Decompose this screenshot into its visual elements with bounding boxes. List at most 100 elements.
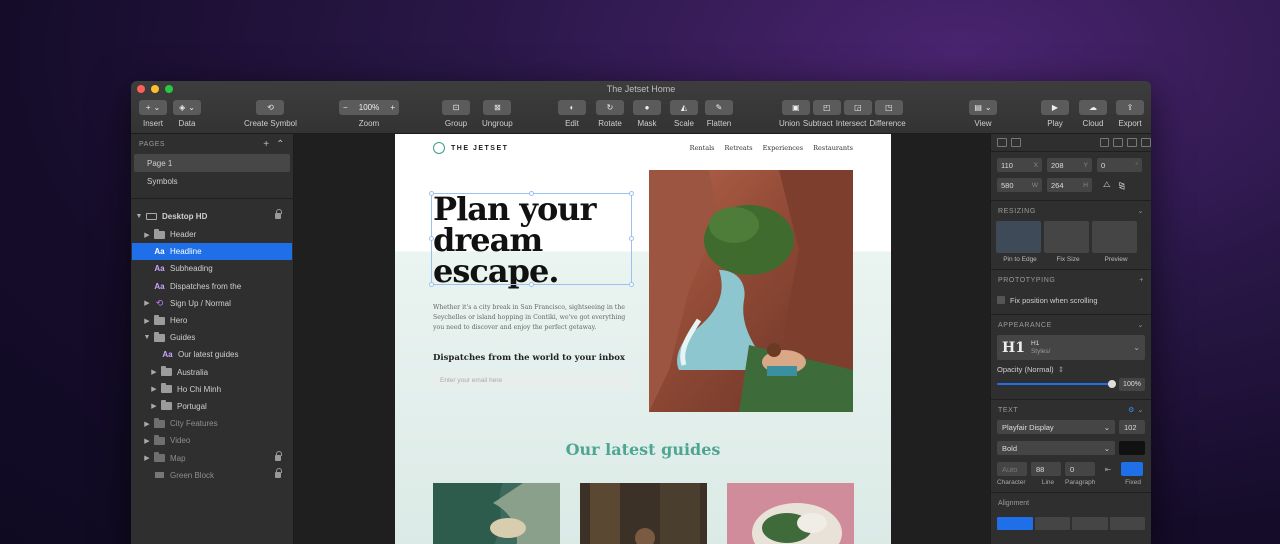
disclosure-down-icon[interactable]: ▼ [135,213,143,220]
union-button[interactable]: ▣ [781,100,810,115]
line-height-field[interactable]: 88 [1031,462,1061,476]
resize-handle[interactable] [429,191,434,196]
data-tool[interactable]: ◈ ⌄ Data [173,100,201,128]
flatten-button[interactable]: ✎ [705,100,733,115]
resize-handle[interactable] [429,282,434,287]
distribute-icon[interactable] [1141,138,1151,147]
resize-handle[interactable] [629,282,634,287]
hero-image[interactable] [649,170,853,412]
subtract-button[interactable]: ◰ [812,100,841,115]
disclosure-right-icon[interactable]: ▶ [143,231,151,239]
cloud-button[interactable]: ☁ [1079,100,1107,115]
disclosure-right-icon[interactable]: ▶ [150,385,158,393]
layer-guides[interactable]: ▼ Guides [131,329,293,346]
insert-tool[interactable]: + ⌄ Insert [139,100,167,128]
rotate-tool[interactable]: ↻ Rotate [596,100,624,128]
paragraph-spacing-field[interactable]: 0 [1065,462,1095,476]
cloud-tool[interactable]: ☁ Cloud [1079,100,1107,128]
disclosure-right-icon[interactable]: ▶ [150,402,158,410]
zoom-in-button[interactable]: + [390,103,395,112]
selection-box[interactable] [429,191,634,287]
create-symbol-button[interactable]: ⟲ [256,100,285,115]
scale-tool[interactable]: ◭ Scale [670,100,698,128]
group-button[interactable]: ⊡ [442,100,470,115]
email-field[interactable]: Enter your email here [433,371,633,390]
play-button[interactable]: ▶ [1041,100,1069,115]
fix-size-control[interactable] [1044,221,1089,253]
opacity-value-field[interactable]: 100% [1119,377,1145,391]
stepper-icon[interactable]: ⇕ [1058,365,1064,374]
layer-ho-chi-minh[interactable]: ▶ Ho Chi Minh [131,381,293,398]
edit-button[interactable]: ◐ [558,100,586,115]
chevron-down-icon[interactable]: ⌄ [1138,321,1144,329]
insert-button[interactable]: + ⌄ [139,100,167,115]
rotate-button[interactable]: ↻ [596,100,624,115]
fixed-width-icon[interactable] [1121,462,1143,476]
flip-horizontal-icon[interactable]: ⧍ [1103,180,1110,190]
text-align-center-button[interactable] [1034,517,1070,530]
align-middle-icon[interactable] [1113,138,1124,147]
mask-tool[interactable]: ● Mask [633,100,661,128]
text-align-right-button[interactable] [1072,517,1108,530]
export-tool[interactable]: ⇪ Export [1116,100,1144,128]
lock-icon[interactable] [275,209,282,219]
guides-heading[interactable]: Our latest guides [395,440,891,459]
page-item-page-1[interactable]: Page 1 [134,154,290,172]
layer-green-block[interactable]: Green Block [131,467,293,484]
text-style-picker[interactable]: H1 H1 Styles/ ⌄ [997,335,1145,360]
width-field[interactable]: 580 W [997,178,1042,192]
disclosure-right-icon[interactable]: ▶ [150,368,158,376]
character-spacing-field[interactable]: Auto [997,462,1027,476]
site-dispatch-heading[interactable]: Dispatches from the world to your inbox [433,353,625,363]
mask-button[interactable]: ● [633,100,661,115]
disclosure-right-icon[interactable]: ▶ [143,420,151,428]
layer-portugal[interactable]: ▶ Portugal [131,398,293,415]
layer-headline[interactable]: Aa Headline [132,243,292,261]
zoom-tool[interactable]: − 100% + Zoom [339,100,399,128]
nav-restaurants[interactable]: Restaurants [813,144,853,152]
resize-handle[interactable] [629,236,634,241]
guide-card-ho-chi-minh[interactable] [580,483,707,544]
auto-width-icon[interactable]: ⇤ [1099,465,1117,474]
intersect-button[interactable]: ◲ [843,100,872,115]
site-subheading[interactable]: Whether it's a city break in San Francis… [433,303,633,333]
opacity-slider[interactable]: 100% [997,377,1145,391]
font-size-field[interactable]: 102 [1119,420,1145,434]
layer-australia[interactable]: ▶ Australia [131,364,293,381]
chevron-up-icon[interactable]: ⌃ [276,139,285,150]
disclosure-right-icon[interactable]: ▶ [143,299,151,307]
flatten-tool[interactable]: ✎ Flatten [705,100,733,128]
align-center-icon[interactable] [1010,138,1021,147]
layer-map[interactable]: ▶ Map [131,449,293,466]
resize-handle[interactable] [529,282,534,287]
flip-vertical-icon[interactable]: ⧎ [1118,181,1125,190]
chevron-down-icon[interactable]: ⌄ [1138,407,1144,414]
resize-handle[interactable] [529,191,534,196]
scale-button[interactable]: ◭ [670,100,698,115]
site-logo[interactable]: THE JETSET [433,142,508,154]
zoom-out-button[interactable]: − [343,103,348,112]
add-page-icon[interactable]: + [263,139,269,150]
nav-rentals[interactable]: Rentals [690,144,715,152]
text-align-left-button[interactable] [997,517,1033,530]
artboard-desktop-hd[interactable]: THE JETSET Rentals Retreats Experiences … [395,134,891,544]
fix-position-checkbox[interactable]: Fix position when scrolling [991,290,1151,310]
slider-knob[interactable] [1108,380,1116,388]
view-tool[interactable]: ▤ ⌄ View [969,100,997,128]
page-item-symbols[interactable]: Symbols [131,172,293,190]
difference-button[interactable]: ◳ [874,100,903,115]
guide-card-portugal[interactable] [727,483,854,544]
export-button[interactable]: ⇪ [1116,100,1144,115]
chevron-down-icon[interactable]: ⌄ [1138,207,1144,215]
nav-retreats[interactable]: Retreats [725,144,753,152]
text-align-justify-button[interactable] [1109,517,1145,530]
layer-hero[interactable]: ▶ Hero [131,312,293,329]
disclosure-down-icon[interactable]: ▼ [143,334,151,341]
canvas[interactable]: THE JETSET Rentals Retreats Experiences … [294,134,990,544]
group-tool[interactable]: ⊡ Group [442,100,470,128]
resize-handle[interactable] [629,191,634,196]
disclosure-right-icon[interactable]: ▶ [143,317,151,325]
layer-city-features[interactable]: ▶ City Features [131,415,293,432]
artboard-layer[interactable]: ▼ Desktop HD [131,206,293,226]
create-symbol-tool[interactable]: ⟲ Create Symbol [244,100,297,128]
